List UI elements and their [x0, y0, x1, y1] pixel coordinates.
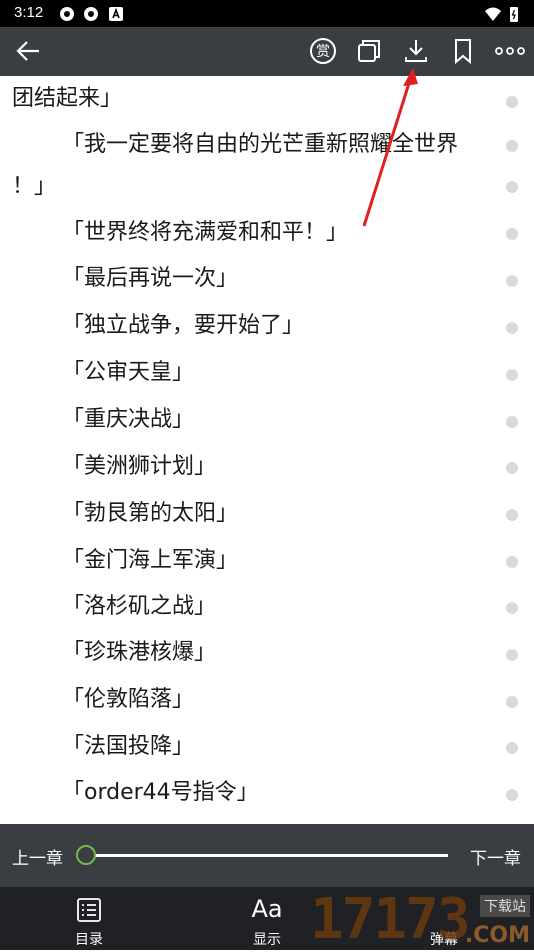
scroll-dot — [506, 181, 518, 193]
reading-content[interactable]: 团结起来」 「我一定要将自由的光芒重新照耀全世界 ！」 「世界终将充满爱和和平！… — [0, 76, 534, 824]
text-line: 「order44号指令」 — [62, 780, 259, 805]
next-chapter-button[interactable]: 下一章 — [470, 844, 521, 869]
more-button[interactable] — [494, 35, 526, 67]
text-line: ！」 — [12, 174, 57, 199]
reward-label: 赏 — [316, 44, 330, 60]
toc-label: 目录 — [75, 932, 103, 948]
download-icon — [405, 40, 427, 62]
copy-button[interactable] — [353, 35, 385, 67]
text-line: 「公审天皇」 — [62, 360, 195, 385]
text-line: 「法国投降」 — [62, 734, 195, 759]
display-label: 显示 — [253, 932, 281, 948]
scroll-dot — [506, 742, 518, 754]
scroll-dot — [506, 140, 518, 152]
site-watermark: 17173 下载站 .COM — [310, 887, 534, 952]
status-time: 3:12 — [14, 4, 44, 21]
scroll-dot — [506, 462, 518, 474]
scroll-dot — [506, 275, 518, 287]
toc-button[interactable]: 目录 — [54, 893, 124, 949]
watermark-number: 17173 — [310, 887, 471, 952]
text-line: 「世界终将充满爱和和平！」 — [62, 220, 349, 245]
status-bar: 3:12 — [0, 0, 534, 27]
text-line: 团结起来」 — [12, 86, 123, 111]
scroll-dot — [506, 696, 518, 708]
scroll-dot — [506, 228, 518, 240]
chapter-slider-thumb[interactable] — [76, 845, 96, 865]
scroll-dot — [506, 509, 518, 521]
text-line: 「勃艮第的太阳」 — [62, 501, 239, 526]
wifi-icon — [485, 7, 501, 21]
bookmark-button[interactable] — [447, 35, 479, 67]
reward-button[interactable]: 赏 — [307, 35, 339, 67]
text-line: 「独立战争，要开始了」 — [62, 313, 305, 338]
text-line: 「伦敦陷落」 — [62, 687, 195, 712]
bookmark-icon — [455, 39, 471, 65]
notification-a-icon — [109, 7, 123, 21]
reader-toolbar: 赏 — [0, 27, 534, 76]
scroll-rail[interactable] — [504, 76, 520, 824]
watermark-site: .COM — [464, 923, 530, 948]
chapter-slider-track[interactable] — [86, 854, 448, 857]
scroll-dot — [506, 602, 518, 614]
text-line: 「洛杉矶之战」 — [62, 594, 217, 619]
text-line: 「我一定要将自由的光芒重新照耀全世界 — [62, 132, 459, 157]
font-size-icon: Aa — [251, 895, 283, 923]
scroll-dot — [506, 789, 518, 801]
prev-chapter-button[interactable]: 上一章 — [12, 844, 63, 869]
text-line: 「珍珠港核爆」 — [62, 640, 217, 665]
watermark-tag: 下载站 — [480, 895, 530, 917]
aperture-icon — [60, 7, 74, 21]
chapter-progress-bar: 上一章 下一章 — [0, 824, 534, 887]
display-button[interactable]: Aa 显示 — [232, 893, 302, 949]
arrow-left-icon — [16, 41, 39, 61]
text-line: 「美洲狮计划」 — [62, 454, 217, 479]
copy-icon — [358, 40, 380, 62]
scroll-dot — [506, 556, 518, 568]
aperture-icon — [84, 7, 98, 21]
text-line: 「最后再说一次」 — [62, 266, 239, 291]
text-line: 「重庆决战」 — [62, 407, 195, 432]
list-icon — [77, 898, 101, 922]
battery-icon — [510, 7, 518, 22]
text-line: 「金门海上军演」 — [62, 548, 239, 573]
back-button[interactable] — [12, 35, 44, 67]
scroll-dot — [506, 96, 518, 108]
more-icon — [495, 47, 525, 55]
scroll-dot — [506, 416, 518, 428]
scroll-dot — [506, 649, 518, 661]
scroll-dot — [506, 369, 518, 381]
download-button[interactable] — [400, 35, 432, 67]
scroll-dot — [506, 322, 518, 334]
